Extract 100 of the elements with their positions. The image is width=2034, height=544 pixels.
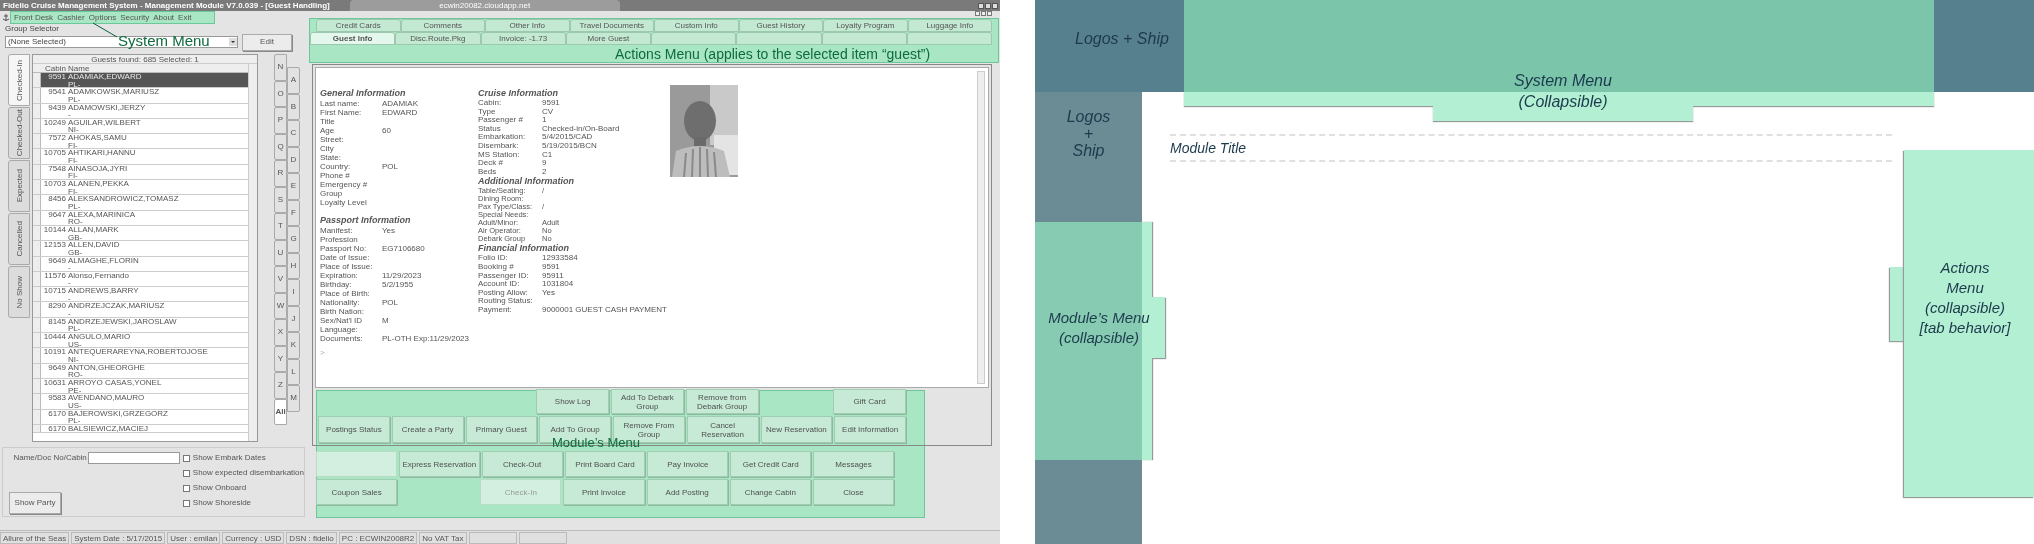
letter-tab[interactable]: M [287,385,300,412]
action-button[interactable]: Close [812,479,894,505]
letter-tab[interactable]: X [274,319,287,346]
tab[interactable]: More Guest [565,32,651,45]
menu-item[interactable]: Options [88,12,117,23]
guest-row[interactable]: 9439 ADAMOWSKI,JERZY - [33,103,248,119]
guest-row[interactable]: 9541 ADAMKOWSK,MARIUSZ PL- [33,88,248,104]
tab[interactable]: Invoice: -1.73 [480,32,566,45]
letter-tab[interactable]: I [287,279,300,306]
guest-row[interactable]: 10703 ALANEN,PEKKA FI- [33,180,248,196]
column-header[interactable]: Name [68,64,90,72]
menu-item[interactable]: Front Desk [14,12,54,23]
action-button[interactable]: Coupon Sales [316,479,398,505]
letter-tab[interactable]: B [287,93,300,120]
letter-tab[interactable]: G [287,226,300,253]
tab[interactable]: Comments [400,19,485,32]
status-tab[interactable]: Checked-In [8,54,30,106]
guest-row[interactable]: 10444 ANGULO,MARIO US- [33,333,248,349]
scrollbar[interactable] [977,71,985,384]
guest-row[interactable]: 10631 ARROYO CASAS,YONEL PE- [33,378,248,395]
guest-row[interactable]: 10249 AGUILAR,WILBERT NI- [33,118,248,135]
letter-tab[interactable]: H [287,252,300,279]
letter-tab[interactable]: C [287,120,300,147]
guest-row[interactable]: 10191 ANTEQUERAREYNA,ROBERTOJOSE NI- [33,348,248,364]
tab[interactable]: Other Info [485,19,570,32]
tab[interactable]: Credit Cards [316,19,401,32]
action-button[interactable]: Edit Information [834,416,906,443]
action-button[interactable]: Print Board Card [564,451,646,477]
tab[interactable]: Guest History [738,19,823,32]
letter-tab[interactable]: T [274,213,287,240]
action-button[interactable]: Gift Card [833,389,906,414]
action-button[interactable]: Cancel Reservation [686,416,759,443]
menu-item[interactable]: Exit [178,12,192,23]
menu-item[interactable]: About [153,12,175,23]
anchor-icon[interactable] [2,13,10,22]
action-button[interactable]: Create a Party [391,416,464,443]
action-button[interactable]: Postings Status [318,416,390,443]
action-button[interactable]: Pay Invoice [647,451,729,477]
guest-row[interactable]: 7572 AHOKAS,SAMU FI- [33,134,248,150]
letter-tab[interactable]: Y [274,345,287,372]
status-tab[interactable]: Checked-Out [8,107,30,159]
action-button[interactable]: Print Invoice [563,479,645,505]
guest-row[interactable]: 8145 ANDRZEJEWSKI,JAROSLAW PL- [33,317,248,334]
guest-row[interactable]: 10144 ALLAN,MARK GB- [33,225,248,242]
guest-row[interactable]: 6170 BALSIEWICZ,MACIEJ [33,424,248,433]
guest-row[interactable]: 10705 AHTIKARI,HANNU FI- [33,149,248,165]
search-field[interactable] [87,452,180,464]
action-button[interactable]: New Reservation [760,416,833,443]
letter-tab[interactable]: O [274,80,287,107]
tab[interactable]: Luggage Info [907,19,992,32]
letter-tab[interactable]: A [287,67,300,94]
guest-row[interactable]: 7548 AINASOJA,JYRI FI- [33,164,248,181]
menu-item[interactable]: Security [120,12,150,23]
letter-tab[interactable]: E [287,173,300,200]
action-button[interactable]: Messages [813,451,894,477]
letter-tab[interactable]: W [274,292,287,319]
letter-tab[interactable]: P [274,107,287,134]
action-button[interactable]: Add Posting [646,479,728,505]
guest-row[interactable]: 11576 Alonso,Fernando - [33,271,248,288]
letter-tab[interactable]: R [274,160,287,187]
column-header[interactable]: Cabin [41,64,66,72]
action-button[interactable]: Express Reservation [398,451,480,477]
guest-row[interactable]: 8456 ALEKSANDROWICZ,TOMASZ PL- [33,195,248,211]
letter-tab[interactable]: F [287,199,300,226]
tab[interactable]: Travel Documents [569,19,654,32]
guest-row[interactable]: 6170 BAJEROWSKI,GRZEGORZ PL- [33,409,248,425]
status-tab[interactable]: No Show [8,266,30,318]
letter-tab[interactable]: All [274,398,287,425]
checkbox[interactable] [182,484,190,492]
guest-row[interactable]: 9583 AVENDANO,MAURO US- [33,394,248,410]
action-button[interactable]: Show Log [536,389,609,414]
letter-tab[interactable]: J [287,305,300,332]
guest-row[interactable]: 10715 ANDREWS,BARRY - [33,287,248,303]
status-tab[interactable]: Cancelled [8,213,30,265]
tab[interactable]: Guest Info [310,32,396,45]
guest-row[interactable]: 9591 ADAMIAK,EDWARD PL- [33,73,248,89]
guest-row[interactable]: 9649 ANTON,GHEORGHE RO- [33,363,248,379]
letter-tab[interactable]: N [274,54,287,81]
letter-tab[interactable]: L [287,358,300,385]
checkbox[interactable] [182,454,190,462]
letter-tab[interactable]: K [287,332,300,359]
action-button[interactable]: Get Credit Card [730,451,812,477]
action-button[interactable]: Check-Out [481,451,563,477]
letter-tab[interactable]: Q [274,133,287,160]
checkbox[interactable] [182,499,190,507]
show-party-button[interactable]: Show Party [9,492,61,514]
letter-tab[interactable]: U [274,239,287,266]
guest-row[interactable]: 9647 ALEXA,MARINICA RO- [33,210,248,226]
menu-item[interactable]: Cashier [57,12,85,23]
checkbox[interactable] [182,469,190,477]
guest-row[interactable]: 9649 ALMAGHE,FLORIN - [33,256,248,272]
tab[interactable]: Loyalty Program [823,19,908,32]
tab[interactable]: Custom Info [654,19,739,32]
letter-tab[interactable]: V [274,266,287,293]
guest-row[interactable]: 12153 ALLEN,DAVID GB- [33,241,248,257]
action-button[interactable]: Primary Guest [465,416,538,443]
edit-button[interactable]: Edit [242,33,292,51]
action-button[interactable]: Change Cabin [729,479,811,505]
tab[interactable]: Disc.Route.Pkg [395,32,481,45]
letter-tab[interactable]: Z [274,372,287,399]
